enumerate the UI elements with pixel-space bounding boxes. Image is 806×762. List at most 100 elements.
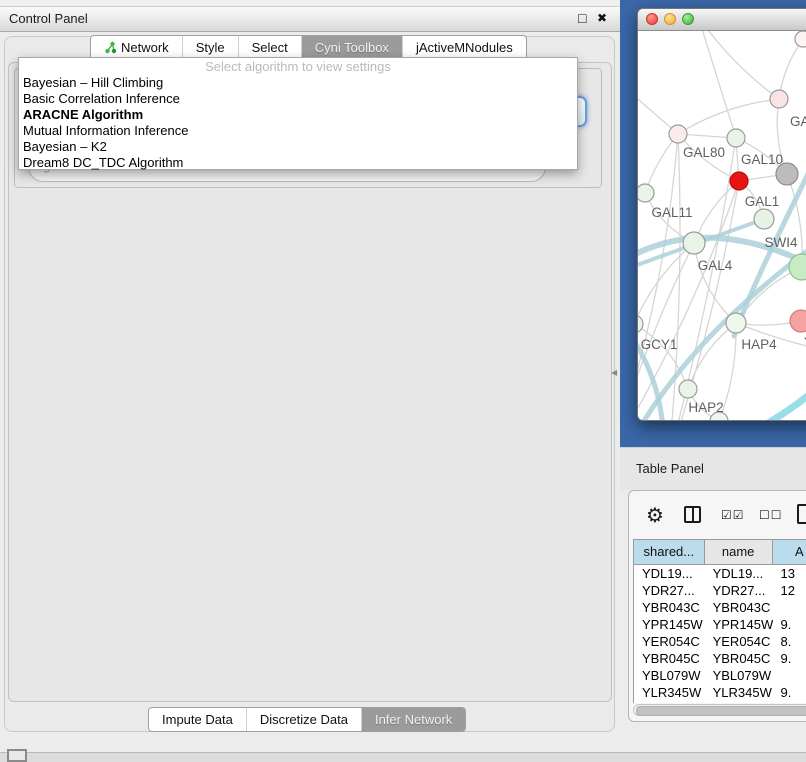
- graph-node-y-clip[interactable]: [790, 310, 806, 332]
- tab-network[interactable]: Network: [91, 36, 183, 59]
- table-row[interactable]: YBR043CYBR043C: [634, 599, 806, 616]
- graph-node-label: SWI4: [764, 235, 797, 250]
- graph-node-label: GAL80: [683, 145, 725, 160]
- network-view-window[interactable]: GALGAL80GAL10GAL1GAL11SWI4GAL4GCY1HAP4YH…: [637, 8, 806, 421]
- table-horizontal-scrollbar[interactable]: [633, 704, 806, 716]
- cyni-bottom-tabbar: Impute Data Discretize Data Infer Network: [148, 707, 466, 732]
- graph-node-gal1[interactable]: [730, 172, 748, 190]
- gear-icon[interactable]: ⚙: [646, 503, 664, 528]
- bottom-strip: [0, 752, 806, 762]
- network-graph: GALGAL80GAL10GAL1GAL11SWI4GAL4GCY1HAP4YH…: [638, 31, 806, 421]
- tab-discretize-data[interactable]: Discretize Data: [247, 708, 362, 731]
- algorithm-dropdown-hint: Select algorithm to view settings: [19, 58, 577, 75]
- graph-edge[interactable]: [698, 31, 736, 138]
- algorithm-option[interactable]: Bayesian – K2: [19, 139, 577, 155]
- float-window-icon[interactable]: □: [578, 10, 586, 26]
- minimize-traffic-light-icon[interactable]: [664, 13, 676, 25]
- table-row[interactable]: YBR045CYBR045C9.: [634, 650, 806, 667]
- graph-node-label: GCY1: [641, 337, 678, 352]
- graph-node-hap2[interactable]: [679, 380, 697, 398]
- algorithm-option[interactable]: Mutual Information Inference: [19, 123, 577, 139]
- table-row[interactable]: YER054CYER054C8.: [634, 633, 806, 650]
- table-cell: [773, 599, 806, 616]
- tab-label: Infer Network: [375, 708, 452, 731]
- close-traffic-light-icon[interactable]: [646, 13, 658, 25]
- graph-edge[interactable]: [779, 39, 803, 99]
- tab-jactivemnodules[interactable]: jActiveMNodules: [403, 36, 526, 59]
- column-header[interactable]: shared...: [634, 540, 705, 564]
- algorithm-option[interactable]: Bayesian – Hill Climbing: [19, 75, 577, 91]
- table-panel: ⚙ ☑☑ ☐☐ shared...nameA YDL19...YDL19...1…: [628, 490, 806, 722]
- column-header[interactable]: A: [773, 540, 806, 564]
- graph-node-label: GAL10: [741, 152, 783, 167]
- table-horizontal-scrollbar-thumb[interactable]: [636, 706, 806, 716]
- algorithm-option[interactable]: Dream8 DC_TDC Algorithm: [19, 155, 577, 171]
- grip-box[interactable]: [7, 749, 27, 762]
- table-cell: YPR145W: [634, 616, 705, 633]
- select-all-checks-icon[interactable]: ☑☑: [721, 508, 745, 522]
- table-body: YDL19...YDL19...13YDR27...YDR27...12YBR0…: [634, 565, 806, 703]
- table-cell: YDL19...: [634, 565, 705, 582]
- table-toolbar: ⚙ ☑☑ ☐☐: [629, 497, 806, 537]
- graph-node-label: HAP2: [688, 400, 723, 415]
- table-row[interactable]: YDL19...YDL19...13: [634, 565, 806, 582]
- table-cell: 13: [773, 565, 806, 582]
- table-cell: 9.: [773, 616, 806, 633]
- table-header-row: shared...nameA: [634, 540, 806, 565]
- graph-node-gal11[interactable]: [638, 184, 654, 202]
- tab-impute-data[interactable]: Impute Data: [149, 708, 247, 731]
- graph-node-label: HAP4: [741, 337, 777, 352]
- column-layout-icon[interactable]: [684, 506, 701, 523]
- graph-node-hap4[interactable]: [726, 313, 746, 333]
- network-canvas[interactable]: GALGAL80GAL10GAL1GAL11SWI4GAL4GCY1HAP4YH…: [638, 31, 806, 421]
- control-panel-titlebar: Control Panel □ ✖: [0, 6, 620, 32]
- column-header[interactable]: name: [705, 540, 773, 564]
- table-cell: 12: [773, 582, 806, 599]
- tab-infer-network[interactable]: Infer Network: [362, 708, 465, 731]
- close-icon[interactable]: ✖: [597, 11, 607, 25]
- table-cell: YBL079W: [705, 667, 773, 684]
- zoom-traffic-light-icon[interactable]: [682, 13, 694, 25]
- splitter-collapse-icon[interactable]: ◀: [611, 368, 617, 377]
- graph-node-gcy1[interactable]: [638, 315, 643, 333]
- table-panel-title: Table Panel: [636, 461, 704, 476]
- graph-edge[interactable]: [668, 138, 736, 421]
- algorithm-option[interactable]: ARACNE Algorithm: [19, 107, 577, 123]
- tab-cyni-toolbox[interactable]: Cyni Toolbox: [302, 36, 403, 59]
- deselect-all-checks-icon[interactable]: ☐☐: [759, 508, 783, 522]
- network-window-titlebar: [638, 9, 806, 31]
- document-icon[interactable]: [797, 504, 806, 524]
- table-row[interactable]: YDR27...YDR27...12: [634, 582, 806, 599]
- table-cell: 8.: [773, 633, 806, 650]
- graph-node-label: GAL11: [651, 205, 692, 220]
- tab-label: Style: [196, 36, 225, 59]
- table-row[interactable]: YBL079WYBL079W: [634, 667, 806, 684]
- algorithm-option[interactable]: Basic Correlation Inference: [19, 91, 577, 107]
- graph-node-swi4a[interactable]: [754, 209, 774, 229]
- table-row[interactable]: YLR345WYLR345W9.: [634, 684, 806, 701]
- graph-edge[interactable]: [678, 99, 779, 134]
- graph-node-gal-clip[interactable]: [770, 90, 788, 108]
- tab-select[interactable]: Select: [239, 36, 302, 59]
- table-cell: [773, 667, 806, 684]
- tab-style[interactable]: Style: [183, 36, 239, 59]
- table-cell: YIL052C: [705, 701, 773, 703]
- table-cell: YDR27...: [705, 582, 773, 599]
- table-row[interactable]: YIL052CYIL052C9: [634, 701, 806, 703]
- table-cell: YBR045C: [705, 650, 773, 667]
- tab-label: jActiveMNodules: [416, 36, 513, 59]
- table-cell: YDR27...: [634, 582, 705, 599]
- table-row[interactable]: YPR145WYPR145W9.: [634, 616, 806, 633]
- table-cell: YER054C: [705, 633, 773, 650]
- graph-node-gal10[interactable]: [727, 129, 745, 147]
- table-cell: YBR043C: [705, 599, 773, 616]
- graph-edge[interactable]: [698, 31, 779, 99]
- tab-label: Select: [252, 36, 288, 59]
- graph-node-label: GAL4: [698, 258, 733, 273]
- table-cell: 9.: [773, 684, 806, 701]
- graph-node-n-top[interactable]: [795, 31, 806, 47]
- graph-node-gal4[interactable]: [683, 232, 705, 254]
- tab-label: Discretize Data: [260, 708, 348, 731]
- table-cell: YBR045C: [634, 650, 705, 667]
- graph-node-gal80[interactable]: [669, 125, 687, 143]
